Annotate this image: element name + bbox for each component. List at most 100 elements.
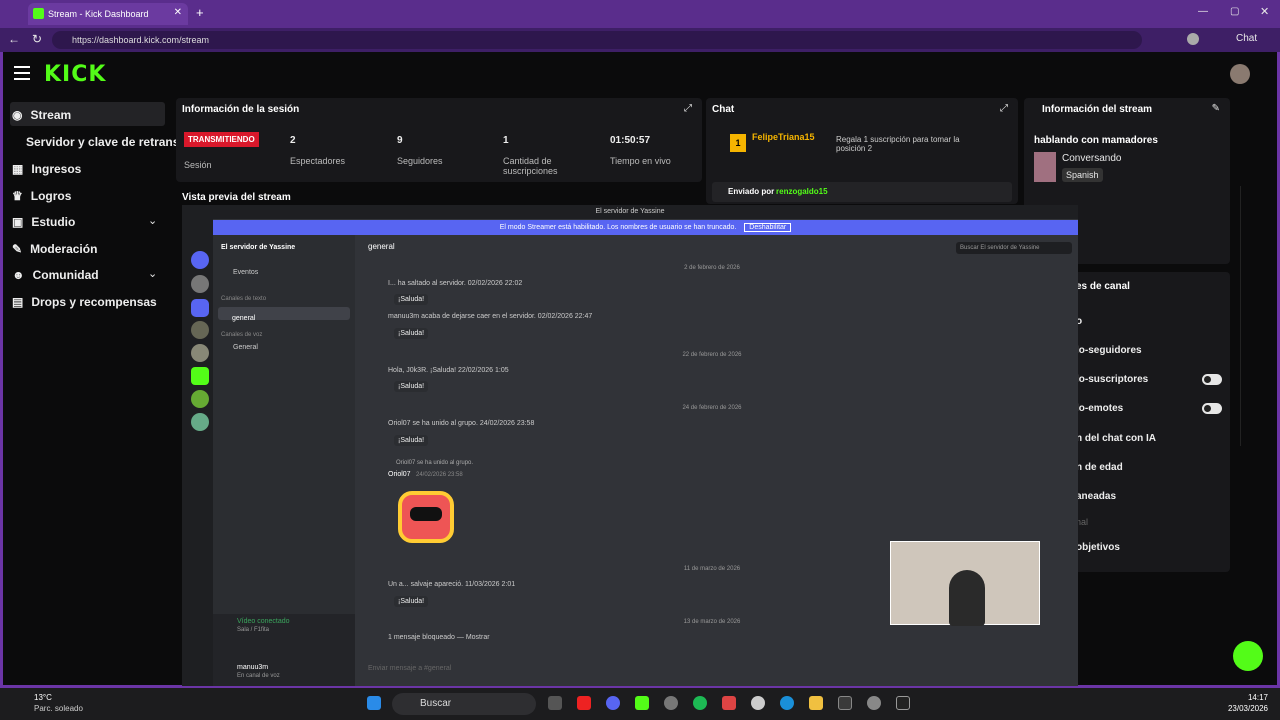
disable-button[interactable]: Deshabilitar [744, 223, 792, 232]
blocked-message[interactable]: 1 mensaje bloqueado — Mostrar [388, 634, 490, 641]
menu-icon[interactable] [14, 66, 30, 80]
webcam-overlay [890, 541, 1040, 626]
sidebar-item-logros[interactable]: ♛ Logros [12, 189, 71, 203]
discord-icon[interactable] [606, 696, 620, 710]
gmail-icon[interactable] [722, 696, 736, 710]
file-explorer-icon[interactable] [809, 696, 823, 710]
stream-info-title: Información del stream [1042, 104, 1153, 115]
voice-status: Vídeo conectado [237, 618, 290, 625]
support-button[interactable] [1233, 641, 1263, 671]
message-composer[interactable]: Enviar mensaje a #general [368, 665, 868, 672]
session-label: Sesión [184, 160, 212, 170]
sidebar-item-moderacion[interactable]: ✎ Moderación [12, 242, 97, 256]
wave-button[interactable]: ¡Saluda! [394, 294, 429, 305]
server-icon[interactable] [191, 275, 209, 293]
chevron-down-icon[interactable]: ⌄ [148, 267, 157, 280]
settings-row[interactable]: n del chat con IA [1076, 433, 1156, 444]
maximize-icon[interactable]: ▢ [1230, 6, 1239, 17]
back-icon[interactable]: ← [8, 32, 20, 46]
user-name: manuu3m [237, 664, 269, 671]
url-input[interactable]: https://dashboard.kick.com/stream [52, 31, 1142, 49]
server-icon[interactable] [191, 321, 209, 339]
settings-row[interactable]: lo-suscriptores [1076, 374, 1148, 385]
minimize-icon[interactable]: — [1198, 6, 1208, 17]
sidebar-item-stream[interactable]: ◉ Stream [12, 108, 71, 122]
server-icon[interactable] [191, 251, 209, 269]
chat-user[interactable]: FelipeTriana15 [752, 132, 815, 142]
close-tab-icon[interactable]: ✕ [174, 7, 182, 18]
wave-button[interactable]: ¡Saluda! [394, 381, 429, 392]
sidebar-item-comunidad[interactable]: ☻ Comunidad [12, 268, 99, 282]
toggle-switch[interactable] [1202, 374, 1222, 385]
discord-search-input[interactable]: Buscar El servidor de Yassine [956, 242, 1072, 254]
settings-row[interactable]: lo-seguidores [1076, 345, 1142, 356]
profile-avatar[interactable] [1187, 33, 1199, 45]
community-icon: ☻ [12, 268, 25, 282]
reload-icon[interactable]: ↻ [32, 32, 42, 46]
message-author[interactable]: Oriol07 [388, 471, 411, 478]
chart-icon: ▦ [12, 162, 24, 176]
edit-icon[interactable]: ✎ [1212, 103, 1220, 114]
clock-time[interactable]: 14:17 [1224, 693, 1268, 702]
chevron-down-icon[interactable]: ⌄ [148, 214, 157, 227]
robot-sticker [398, 491, 454, 543]
clock-date[interactable]: 23/03/2026 [1224, 704, 1268, 713]
task-view-icon[interactable] [548, 696, 562, 710]
server-icon[interactable] [191, 344, 209, 362]
category[interactable]: Conversando [1062, 153, 1121, 164]
sidebar-item-ingresos[interactable]: ▦ Ingresos [12, 162, 81, 176]
session-panel: Información de la sesión ⤢ TRANSMITIENDO… [176, 98, 702, 182]
server-icon[interactable] [191, 367, 209, 385]
settings-row[interactable]: objetivos [1076, 542, 1120, 553]
spotify-icon[interactable] [693, 696, 707, 710]
new-tab-icon[interactable]: + [196, 5, 204, 20]
expand-icon[interactable]: ⤢ [684, 103, 692, 114]
kick-logo[interactable]: KICK [44, 62, 106, 87]
wave-button[interactable]: ¡Saluda! [394, 435, 429, 446]
settings-row[interactable]: n de edad [1076, 462, 1123, 473]
chatgpt-icon[interactable] [751, 696, 765, 710]
stat-label: Cantidad de suscripciones [503, 156, 558, 176]
wave-button[interactable]: ¡Saluda! [394, 328, 429, 339]
pinned-message: Enviado por renzogaldo15 [712, 182, 1012, 202]
app-icon[interactable] [896, 696, 910, 710]
store-icon[interactable] [838, 696, 852, 710]
stat-label: Espectadores [290, 156, 346, 166]
expand-icon[interactable]: ⤢ [1000, 103, 1008, 114]
events-link[interactable]: Eventos [233, 269, 258, 276]
browser-icon[interactable] [664, 696, 678, 710]
settings-row[interactable]: lo-emotes [1076, 403, 1123, 414]
user-status: En canal de voz [237, 673, 280, 679]
youtube-icon[interactable] [577, 696, 591, 710]
text-channels-header[interactable]: Canales de texto [221, 296, 266, 302]
copilot-chat-button[interactable]: Chat [1236, 33, 1257, 44]
sidebar-item-estudio[interactable]: ▣ Estudio [12, 215, 75, 229]
taskbar-search[interactable]: Buscar [392, 693, 536, 715]
voice-channels-header[interactable]: Canales de voz [221, 332, 262, 338]
toggle-switch[interactable] [1202, 403, 1222, 414]
settings-row[interactable]: aneadas [1076, 491, 1116, 502]
system-message: Hola, J0k3R. ¡Saluda! 22/02/2026 1:05 [388, 367, 509, 374]
server-name[interactable]: El servidor de Yassine [221, 244, 295, 251]
stat-label: Seguidores [397, 156, 443, 166]
voice-channel-general[interactable]: General [233, 344, 258, 351]
windows-start-icon[interactable] [367, 696, 381, 710]
close-window-icon[interactable]: ✕ [1260, 5, 1269, 18]
channel-general[interactable]: general [218, 307, 350, 322]
settings-gear-icon[interactable] [867, 696, 881, 710]
channel-header: general [368, 242, 395, 251]
user-avatar[interactable] [1230, 64, 1250, 84]
browser-tab[interactable]: Stream - Kick Dashboard ✕ [28, 3, 188, 25]
edge-icon[interactable] [780, 696, 794, 710]
sidebar-item-drops[interactable]: ▤ Drops y recompensas [12, 295, 157, 309]
system-message: manuu3m acaba de dejarse caer en el serv… [388, 313, 593, 320]
server-icon[interactable] [191, 299, 209, 317]
server-icon[interactable] [191, 390, 209, 408]
kick-icon[interactable] [635, 696, 649, 710]
server-icon[interactable] [191, 413, 209, 431]
wave-button[interactable]: ¡Saluda! [394, 596, 429, 607]
system-message: Oriol07 se ha unido al grupo. 24/02/2026… [388, 420, 535, 427]
live-badge: TRANSMITIENDO [184, 132, 259, 147]
sidebar-item-server-key[interactable]: Servidor y clave de retransm [26, 135, 176, 149]
weather-temp[interactable]: 13°C [34, 693, 52, 702]
